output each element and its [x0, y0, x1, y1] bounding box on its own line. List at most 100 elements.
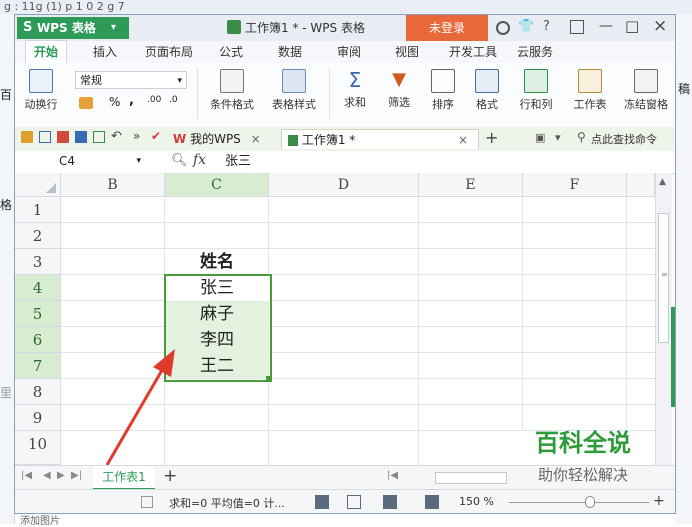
row-header-5[interactable]: 5: [15, 301, 61, 327]
close-tab-icon[interactable]: ×: [458, 130, 468, 150]
pin-icon[interactable]: ▾: [555, 131, 561, 144]
next-sheet-icon[interactable]: ▶: [57, 470, 65, 481]
login-button[interactable]: 未登录: [406, 15, 488, 41]
menu-cloud[interactable]: 云服务: [517, 41, 553, 63]
shirt-icon[interactable]: 👕: [518, 19, 534, 34]
freeze-panes-button[interactable]: 冻结窗格: [619, 69, 673, 112]
filter-button[interactable]: ▼ 筛选: [379, 69, 419, 110]
row-header-4[interactable]: 4: [15, 275, 61, 301]
print-icon[interactable]: [75, 131, 87, 143]
add-sheet-button[interactable]: +: [163, 466, 177, 486]
row-header-1[interactable]: 1: [15, 197, 61, 223]
row-header-7[interactable]: 7: [15, 353, 61, 379]
column-header-G[interactable]: [627, 173, 655, 197]
sort-button[interactable]: 排序: [423, 69, 463, 112]
fx-button[interactable]: fx: [193, 152, 206, 168]
maximize-button[interactable]: □: [625, 17, 639, 35]
first-sheet-icon[interactable]: |◀: [21, 470, 32, 481]
minimize-button[interactable]: —: [599, 18, 613, 34]
row-header-6[interactable]: 6: [15, 327, 61, 353]
percent-button[interactable]: %: [109, 95, 120, 109]
macro-icon[interactable]: [141, 496, 153, 508]
open-folder-icon[interactable]: [21, 131, 33, 143]
menu-page-layout[interactable]: 页面布局: [145, 41, 193, 63]
comma-button[interactable]: ,: [129, 93, 134, 108]
row-header-2[interactable]: 2: [15, 223, 61, 249]
tab-workbook[interactable]: 工作簿1 * ×: [281, 129, 479, 149]
wrap-text-button[interactable]: 动换行: [17, 69, 65, 112]
menu-insert[interactable]: 插入: [93, 41, 117, 63]
formula-input[interactable]: 张三: [225, 153, 665, 170]
menu-review[interactable]: 审阅: [337, 41, 361, 63]
column-header-D[interactable]: D: [269, 173, 419, 197]
customize-icon[interactable]: ✔: [151, 129, 161, 143]
sum-button[interactable]: Σ 求和: [335, 69, 375, 110]
close-tab-icon[interactable]: ×: [251, 132, 261, 146]
worksheet-button[interactable]: 工作表: [565, 69, 615, 112]
normal-view-icon[interactable]: [315, 495, 329, 509]
side-panel-tab[interactable]: [671, 307, 675, 407]
menu-data[interactable]: 数据: [278, 41, 302, 63]
restore-ribbon-icon[interactable]: [570, 20, 584, 34]
fill-handle[interactable]: [266, 376, 272, 382]
menu-view[interactable]: 视图: [395, 41, 419, 63]
tab-mywps[interactable]: W 我的WPS ×: [173, 129, 285, 149]
ribbon-divider: [329, 67, 330, 119]
undo-icon[interactable]: ↶: [111, 129, 122, 144]
close-button[interactable]: ×: [653, 16, 667, 36]
row-col-label: 行和列: [519, 98, 553, 111]
decimal-decrease-button[interactable]: .0: [169, 95, 178, 105]
prev-sheet-icon[interactable]: ◀: [43, 470, 51, 481]
number-format-select[interactable]: 常规 ▾: [75, 71, 187, 89]
page-icon[interactable]: ▣: [535, 131, 545, 144]
column-header-E[interactable]: E: [419, 173, 523, 197]
more-icon[interactable]: »: [133, 129, 140, 143]
name-box[interactable]: C4 ▾: [59, 153, 145, 170]
reading-mode-icon[interactable]: [425, 495, 439, 509]
vertical-scrollbar[interactable]: ▲ ≡: [655, 173, 672, 465]
sum-label: 求和: [344, 96, 366, 109]
menu-formula[interactable]: 公式: [219, 41, 243, 63]
row-header-8[interactable]: 8: [15, 379, 61, 405]
zoom-slider-thumb[interactable]: [585, 496, 595, 508]
menu-home[interactable]: 开始: [25, 40, 68, 64]
table-style-icon: [282, 69, 306, 93]
spreadsheet-grid[interactable]: B C D E F 1 2 3 4 5 6 7 8 9 10 姓名 张三 麻子 …: [15, 173, 675, 466]
zoom-in-button[interactable]: +: [653, 493, 665, 509]
decimal-increase-button[interactable]: .00: [147, 95, 161, 105]
layout-view-icon[interactable]: [383, 495, 397, 509]
scroll-thumb[interactable]: ≡: [658, 213, 669, 343]
row-header-9[interactable]: 9: [15, 405, 61, 431]
zoom-search-icon[interactable]: 🔍︎: [171, 153, 188, 168]
currency-icon[interactable]: [79, 97, 93, 109]
row-header-3[interactable]: 3: [15, 249, 61, 275]
page-break-view-icon[interactable]: [347, 495, 361, 509]
sheet-tab-active[interactable]: 工作表1: [93, 466, 155, 490]
sync-icon[interactable]: [496, 21, 510, 35]
wps-app-button[interactable]: S WPS 表格 ▾: [17, 17, 129, 39]
format-button[interactable]: 格式: [467, 69, 507, 112]
new-tab-button[interactable]: +: [485, 128, 498, 147]
scroll-up-icon[interactable]: ▲: [659, 177, 666, 187]
print-preview-icon[interactable]: [93, 131, 105, 143]
column-header-C[interactable]: C: [165, 173, 269, 197]
menu-developer[interactable]: 开发工具: [449, 41, 497, 63]
export-pdf-icon[interactable]: [57, 131, 69, 143]
column-header-B[interactable]: B: [61, 173, 165, 197]
select-all-corner[interactable]: [15, 173, 61, 197]
row-col-button[interactable]: 行和列: [511, 69, 561, 112]
zoom-slider-track[interactable]: [509, 502, 649, 503]
row-header-10[interactable]: 10: [15, 431, 61, 465]
command-search[interactable]: 点此查找命令: [591, 131, 657, 147]
conditional-format-button[interactable]: 条件格式: [203, 69, 261, 112]
last-sheet-icon[interactable]: ▶|: [71, 470, 82, 481]
cell-C3[interactable]: 姓名: [165, 249, 269, 275]
column-header-F[interactable]: F: [523, 173, 627, 197]
cell-C5[interactable]: 麻子: [165, 301, 269, 327]
save-icon[interactable]: [39, 131, 51, 143]
cell-C4[interactable]: 张三: [165, 275, 269, 301]
table-style-button[interactable]: 表格样式: [265, 69, 323, 112]
hscroll-left-icon[interactable]: |◀: [387, 470, 398, 481]
horizontal-scroll-thumb[interactable]: [435, 472, 507, 484]
help-button[interactable]: ?: [543, 19, 550, 34]
